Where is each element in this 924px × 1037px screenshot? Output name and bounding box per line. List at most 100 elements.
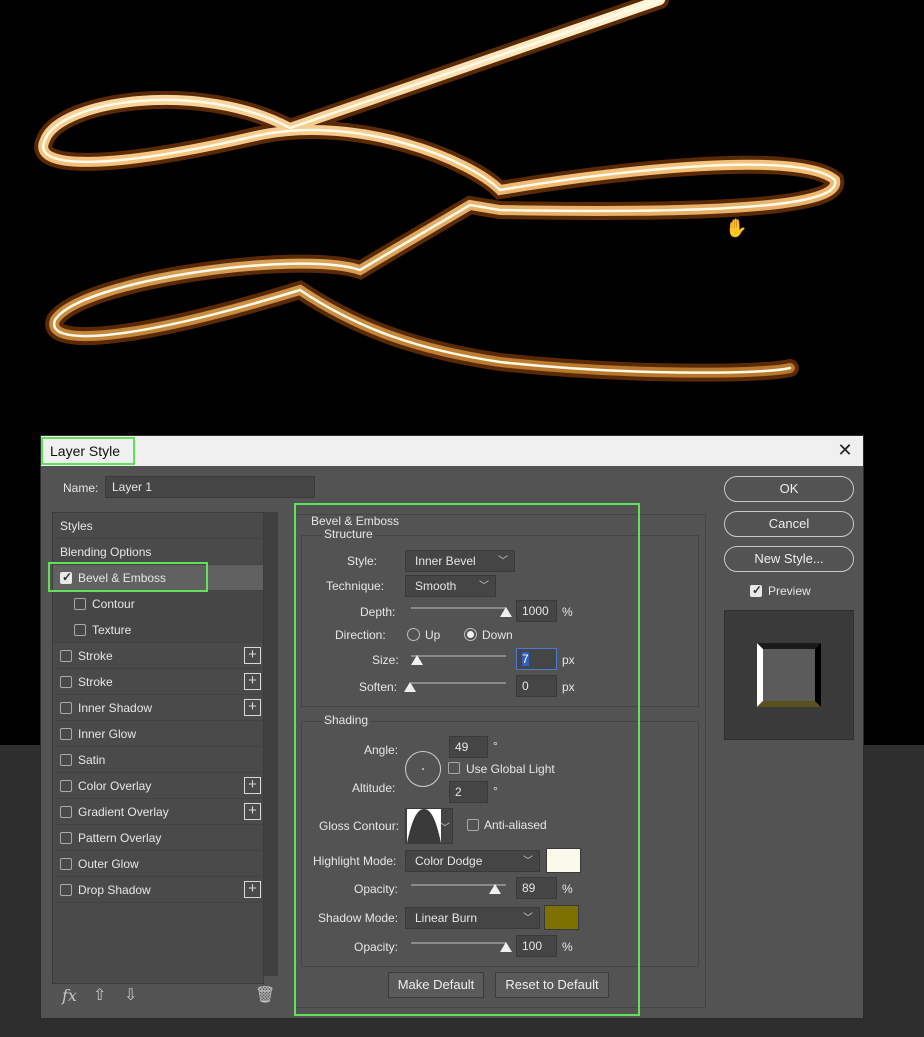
arrow-up-icon[interactable]: ⇧ — [93, 985, 106, 1005]
style-item-inner-shadow[interactable]: Inner Shadow + — [53, 695, 263, 721]
chevron-down-icon: ﹀ — [523, 856, 533, 867]
chevron-down-icon: ﹀ — [440, 823, 450, 834]
add-stroke-plus-icon[interactable]: + — [244, 647, 261, 664]
gloss-contour-picker[interactable]: ﹀ — [405, 808, 453, 844]
soften-input[interactable]: 0 — [516, 675, 557, 697]
style-item-texture[interactable]: Texture — [53, 617, 263, 643]
contour-checkbox[interactable] — [74, 598, 86, 610]
ok-button[interactable]: OK — [724, 476, 854, 502]
style-item-outer-glow[interactable]: Outer Glow — [53, 851, 263, 877]
style-label: Style: — [347, 554, 378, 568]
shadow-mode-select[interactable]: Linear Burn ﹀ — [405, 907, 540, 929]
style-select[interactable]: Inner Bevel ﹀ — [405, 550, 515, 572]
style-item-color-overlay[interactable]: Color Overlay + — [53, 773, 263, 799]
style-select-value: Inner Bevel — [415, 554, 476, 568]
dialog-titlebar[interactable]: Layer Style ✕ — [41, 436, 863, 466]
style-item-satin[interactable]: Satin — [53, 747, 263, 773]
cancel-button[interactable]: Cancel — [724, 511, 854, 537]
blending-options-item[interactable]: Blending Options — [53, 539, 263, 565]
gradient-overlay-checkbox[interactable] — [60, 806, 72, 818]
angle-dial[interactable] — [405, 751, 441, 787]
arrow-down-icon[interactable]: ⇩ — [124, 985, 137, 1005]
add-gradient-overlay-plus-icon[interactable]: + — [244, 803, 261, 820]
highlight-color-swatch[interactable] — [546, 848, 581, 873]
close-icon[interactable]: ✕ — [835, 440, 855, 460]
texture-checkbox[interactable] — [74, 624, 86, 636]
style-item-drop-shadow[interactable]: Drop Shadow + — [53, 877, 263, 903]
inner-shadow-checkbox[interactable] — [60, 702, 72, 714]
style-item-stroke[interactable]: Stroke + — [53, 669, 263, 695]
drop-shadow-label: Drop Shadow — [78, 883, 151, 897]
shadow-opacity-slider-thumb[interactable] — [500, 942, 512, 952]
technique-select[interactable]: Smooth ﹀ — [405, 575, 496, 597]
altitude-label: Altitude: — [352, 781, 396, 795]
direction-label: Direction: — [335, 628, 386, 642]
add-drop-shadow-plus-icon[interactable]: + — [244, 881, 261, 898]
stroke-checkbox[interactable] — [60, 650, 72, 662]
soften-slider-track[interactable] — [411, 682, 506, 684]
color-overlay-checkbox[interactable] — [60, 780, 72, 792]
outer-glow-checkbox[interactable] — [60, 858, 72, 870]
gloss-contour-label: Gloss Contour: — [319, 819, 400, 833]
structure-title: Structure — [322, 527, 375, 541]
fx-icon[interactable]: fx — [62, 986, 77, 1005]
soften-label: Soften: — [359, 680, 398, 694]
chevron-down-icon: ﹀ — [523, 913, 533, 924]
styles-header[interactable]: Styles — [53, 513, 263, 539]
shadow-opacity-slider-track[interactable] — [411, 942, 506, 944]
highlight-opacity-slider-thumb[interactable] — [489, 884, 501, 894]
shading-title: Shading — [322, 713, 371, 727]
depth-slider-thumb[interactable] — [500, 607, 512, 617]
style-item-gradient-overlay[interactable]: Gradient Overlay + — [53, 799, 263, 825]
highlight-opacity-input[interactable]: 89 — [516, 877, 557, 899]
style-item-stroke[interactable]: Stroke + — [53, 643, 263, 669]
style-preview-thumbnail — [724, 610, 854, 740]
drop-shadow-checkbox[interactable] — [60, 884, 72, 896]
angle-input[interactable]: 49 — [449, 736, 488, 758]
use-global-light-checkbox[interactable] — [448, 762, 460, 774]
size-slider-track[interactable] — [411, 655, 506, 657]
size-input[interactable]: 7 — [516, 648, 557, 670]
shadow-opacity-input[interactable]: 100 — [516, 935, 557, 957]
pattern-overlay-label: Pattern Overlay — [78, 831, 162, 845]
bevel-emboss-label: Bevel & Emboss — [78, 571, 167, 585]
make-default-button[interactable]: Make Default — [388, 972, 484, 998]
add-inner-shadow-plus-icon[interactable]: + — [244, 699, 261, 716]
style-item-pattern-overlay[interactable]: Pattern Overlay — [53, 825, 263, 851]
depth-unit: % — [562, 605, 573, 619]
satin-checkbox[interactable] — [60, 754, 72, 766]
shadow-mode-value: Linear Burn — [415, 911, 478, 925]
direction-up-radio[interactable] — [407, 628, 420, 641]
inner-glow-checkbox[interactable] — [60, 728, 72, 740]
add-stroke-plus-icon[interactable]: + — [244, 673, 261, 690]
style-item-contour[interactable]: Contour — [53, 591, 263, 617]
preview-checkbox[interactable] — [750, 583, 762, 597]
altitude-input[interactable]: 2 — [449, 781, 488, 803]
trash-icon[interactable]: 🗑 — [255, 985, 275, 1005]
reset-to-default-button[interactable]: Reset to Default — [495, 972, 609, 998]
chevron-down-icon: ﹀ — [498, 556, 508, 567]
size-label: Size: — [372, 653, 399, 667]
layer-name-input[interactable]: Layer 1 — [105, 476, 315, 498]
shadow-color-swatch[interactable] — [544, 905, 579, 930]
chevron-down-icon: ﹀ — [479, 581, 489, 592]
altitude-unit: ° — [493, 784, 498, 798]
style-item-bevel-emboss[interactable]: Bevel & Emboss — [53, 565, 263, 591]
depth-input[interactable]: 1000 — [516, 600, 557, 622]
stroke-checkbox[interactable] — [60, 676, 72, 688]
add-color-overlay-plus-icon[interactable]: + — [244, 777, 261, 794]
anti-aliased-checkbox[interactable] — [467, 819, 479, 831]
style-item-inner-glow[interactable]: Inner Glow — [53, 721, 263, 747]
new-style-button[interactable]: New Style... — [724, 546, 854, 572]
shadow-mode-label: Shadow Mode: — [318, 911, 399, 925]
depth-slider-track[interactable] — [411, 607, 506, 609]
bevel-emboss-checkbox[interactable] — [60, 570, 72, 584]
soften-slider-thumb[interactable] — [404, 682, 416, 692]
styles-list-scrollbar[interactable] — [264, 512, 278, 976]
highlight-mode-select[interactable]: Color Dodge ﹀ — [405, 850, 540, 872]
preview-bevel-square — [757, 643, 821, 707]
inner-shadow-label: Inner Shadow — [78, 701, 153, 715]
pattern-overlay-checkbox[interactable] — [60, 832, 72, 844]
size-slider-thumb[interactable] — [411, 655, 423, 665]
direction-down-radio[interactable] — [464, 628, 477, 641]
